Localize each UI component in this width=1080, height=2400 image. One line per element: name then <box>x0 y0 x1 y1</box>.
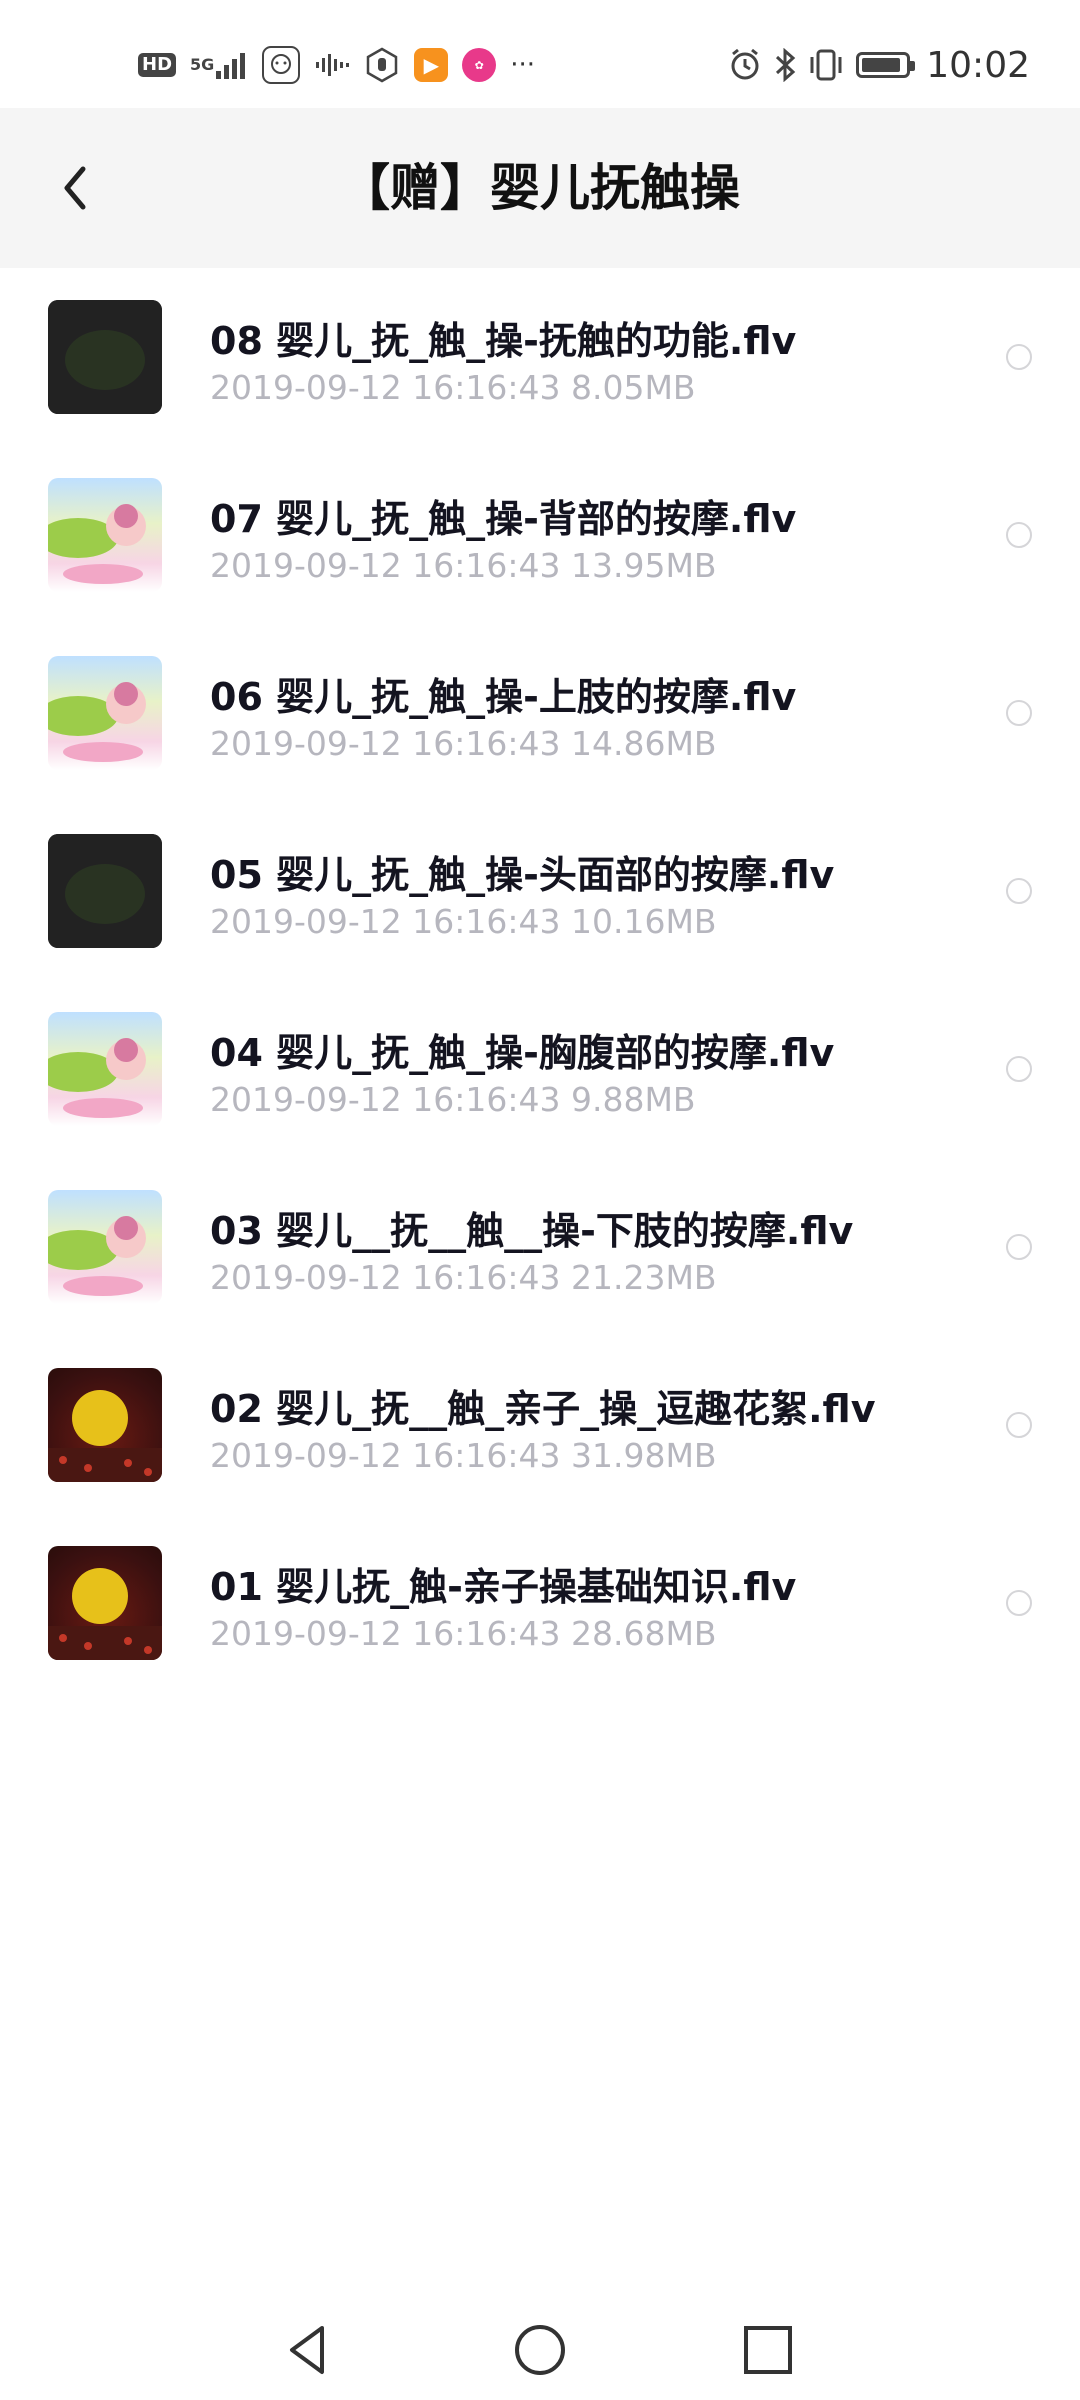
audio-wave-icon <box>314 53 350 77</box>
more-notifications-icon: ··· <box>510 50 536 80</box>
file-list-item[interactable]: 07 婴儿_抚_触_操-背部的按摩.flv 2019-09-12 16:16:43… <box>0 446 1080 624</box>
vibrate-icon <box>808 48 844 82</box>
status-left-icons: HD 5G ▶ ✿ ··· <box>138 40 535 90</box>
status-bar: HD 5G ▶ ✿ ··· 10:02 <box>0 0 1080 108</box>
file-meta: 2019-09-12 16:16:43 21.23MB <box>210 1258 717 1297</box>
video-thumbnail <box>48 300 162 414</box>
nav-home-button[interactable] <box>500 2310 580 2390</box>
shopping-app-icon: ✿ <box>462 48 497 82</box>
circle-home-icon <box>515 2325 565 2375</box>
thumbnail-image <box>48 1390 162 1482</box>
thumbnail-image <box>48 504 146 584</box>
select-radio[interactable] <box>1006 700 1032 726</box>
thumbnail-image <box>48 1568 162 1660</box>
file-list-item[interactable]: 05 婴儿_抚_触_操-头面部的按摩.flv 2019-09-12 16:16:4… <box>0 802 1080 980</box>
battery-icon <box>856 52 916 78</box>
system-nav-bar <box>0 2280 1080 2400</box>
video-thumbnail <box>48 1546 162 1660</box>
select-radio[interactable] <box>1006 344 1032 370</box>
thumbnail-image <box>48 682 146 762</box>
video-thumbnail <box>48 1190 162 1304</box>
file-meta: 2019-09-12 16:16:43 28.68MB <box>210 1614 717 1653</box>
file-name: 07 婴儿_抚_触_操-背部的按摩.flv <box>210 497 797 541</box>
file-meta: 2019-09-12 16:16:43 9.88MB <box>210 1080 696 1119</box>
file-meta: 2019-09-12 16:16:43 13.95MB <box>210 546 717 585</box>
app-header: 【赠】婴儿抚触操 <box>0 108 1080 268</box>
hand-shield-icon <box>364 47 400 83</box>
video-thumbnail <box>48 1368 162 1482</box>
select-radio[interactable] <box>1006 1590 1032 1616</box>
file-meta: 2019-09-12 16:16:43 14.86MB <box>210 724 717 763</box>
file-meta: 2019-09-12 16:16:43 31.98MB <box>210 1436 717 1475</box>
file-meta: 2019-09-12 16:16:43 8.05MB <box>210 368 696 407</box>
file-name: 03 婴儿__抚__触__操-下肢的按摩.flv <box>210 1209 854 1253</box>
status-right-icons: 10:02 <box>728 40 1030 90</box>
triangle-back-icon <box>290 2326 324 2374</box>
file-list-item[interactable]: 06 婴儿_抚_触_操-上肢的按摩.flv 2019-09-12 16:16:43… <box>0 624 1080 802</box>
file-name: 01 婴儿抚_触-亲子操基础知识.flv <box>210 1565 797 1609</box>
file-name: 04 婴儿_抚_触_操-胸腹部的按摩.flv <box>210 1031 835 1075</box>
file-list-item[interactable]: 02 婴儿_抚__触_亲子_操_逗趣花絮.flv 2019-09-12 16:16… <box>0 1336 1080 1514</box>
select-radio[interactable] <box>1006 878 1032 904</box>
file-meta: 2019-09-12 16:16:43 10.16MB <box>210 902 717 941</box>
alarm-icon <box>728 48 762 82</box>
file-list-item[interactable]: 01 婴儿抚_触-亲子操基础知识.flv 2019-09-12 16:16:43 … <box>0 1514 1080 1692</box>
avatar-app-icon <box>262 46 301 84</box>
status-time: 10:02 <box>926 44 1030 86</box>
file-list: 08 婴儿_抚_触_操-抚触的功能.flv 2019-09-12 16:16:43… <box>0 268 1080 1692</box>
file-name: 05 婴儿_抚_触_操-头面部的按摩.flv <box>210 853 835 897</box>
thumbnail-image <box>48 1038 146 1118</box>
video-thumbnail <box>48 478 162 592</box>
nav-recents-button[interactable] <box>728 2310 808 2390</box>
file-list-item[interactable]: 03 婴儿__抚__触__操-下肢的按摩.flv 2019-09-12 16:16… <box>0 1158 1080 1336</box>
thumbnail-image <box>48 300 162 414</box>
signal-icon: 5G <box>190 51 248 79</box>
file-list-item[interactable]: 08 婴儿_抚_触_操-抚触的功能.flv 2019-09-12 16:16:43… <box>0 268 1080 446</box>
thumbnail-image <box>48 834 162 948</box>
select-radio[interactable] <box>1006 522 1032 548</box>
video-thumbnail <box>48 1012 162 1126</box>
file-name: 08 婴儿_抚_触_操-抚触的功能.flv <box>210 319 797 363</box>
page-title: 【赠】婴儿抚触操 <box>340 159 740 217</box>
video-thumbnail <box>48 834 162 948</box>
video-thumbnail <box>48 656 162 770</box>
thumbnail-image <box>48 1216 146 1296</box>
nav-back-button[interactable] <box>268 2310 348 2390</box>
select-radio[interactable] <box>1006 1056 1032 1082</box>
select-radio[interactable] <box>1006 1412 1032 1438</box>
hd-icon: HD <box>138 53 177 77</box>
bluetooth-icon <box>774 48 796 82</box>
file-name: 06 婴儿_抚_触_操-上肢的按摩.flv <box>210 675 797 719</box>
video-app-icon: ▶ <box>414 48 449 82</box>
file-name: 02 婴儿_抚__触_亲子_操_逗趣花絮.flv <box>210 1387 876 1431</box>
file-list-item[interactable]: 04 婴儿_抚_触_操-胸腹部的按摩.flv 2019-09-12 16:16:4… <box>0 980 1080 1158</box>
square-recents-icon <box>744 2326 792 2374</box>
select-radio[interactable] <box>1006 1234 1032 1260</box>
